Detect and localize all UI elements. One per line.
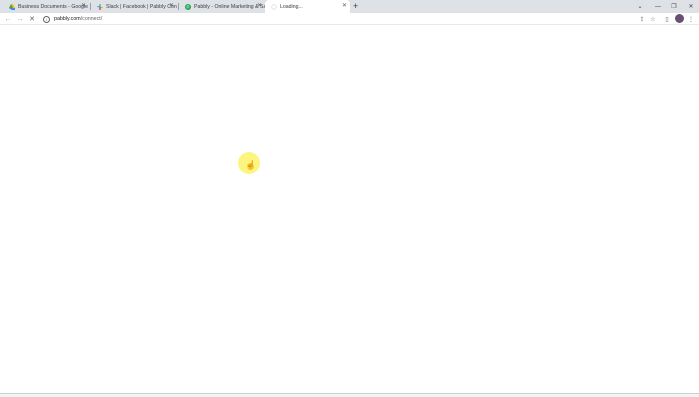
tab-search-icon[interactable]: ⌄ <box>632 0 648 13</box>
restore-icon[interactable]: ❐ <box>666 0 682 13</box>
forward-icon[interactable]: → <box>15 13 25 25</box>
url-path: /connect/ <box>80 16 103 22</box>
minimize-icon[interactable]: — <box>650 0 666 13</box>
browser-toolbar: ← → ✕ i pabbly.com/connect/ ⇪ ☆ ▯ ⋮ <box>0 13 699 25</box>
tab-strip: Business Documents - Google D ✕ Slack | … <box>0 0 699 13</box>
tab-google-drive[interactable]: Business Documents - Google D ✕ <box>3 0 89 13</box>
url-domain: pabbly.com <box>54 16 81 22</box>
side-panel-icon[interactable]: ▯ <box>662 14 672 24</box>
bookmark-star-icon[interactable]: ☆ <box>648 14 658 24</box>
close-icon[interactable]: ✕ <box>342 2 347 11</box>
tab-title: Pabbly - Online Marketing & Sal <box>194 3 265 10</box>
page-content <box>0 26 699 397</box>
slack-icon <box>97 3 103 10</box>
tab-pabbly[interactable]: P Pabbly - Online Marketing & Sal ✕ <box>179 0 265 13</box>
close-icon[interactable]: ✕ <box>257 2 262 11</box>
close-icon[interactable]: ✕ <box>81 2 86 11</box>
back-icon[interactable]: ← <box>3 13 13 25</box>
url-text[interactable]: pabbly.com/connect/ <box>54 16 102 22</box>
window-close-icon[interactable]: ✕ <box>683 0 699 13</box>
tab-slack[interactable]: Slack | Facebook | Pabbly Connect ✕ <box>91 0 177 13</box>
tab-title: Slack | Facebook | Pabbly Connect <box>106 3 177 10</box>
pabbly-icon: P <box>185 3 191 10</box>
tab-loading[interactable]: Loading... ✕ <box>265 0 350 13</box>
google-drive-icon <box>9 3 15 10</box>
hand-cursor-icon: ☝ <box>245 160 257 170</box>
svg-text:P: P <box>186 4 189 9</box>
share-icon[interactable]: ⇪ <box>637 14 647 24</box>
window-bottom-edge <box>0 393 699 397</box>
loading-icon <box>271 3 277 10</box>
tab-title: Business Documents - Google D <box>18 3 89 10</box>
stop-loading-icon[interactable]: ✕ <box>27 13 37 25</box>
tab-title: Loading... <box>280 3 303 10</box>
menu-kebab-icon[interactable]: ⋮ <box>686 14 696 24</box>
close-icon[interactable]: ✕ <box>169 2 174 11</box>
new-tab-button[interactable]: + <box>353 1 358 12</box>
address-bar[interactable]: i pabbly.com/connect/ <box>38 14 628 24</box>
site-info-icon[interactable]: i <box>43 15 50 23</box>
avatar[interactable] <box>675 14 684 23</box>
